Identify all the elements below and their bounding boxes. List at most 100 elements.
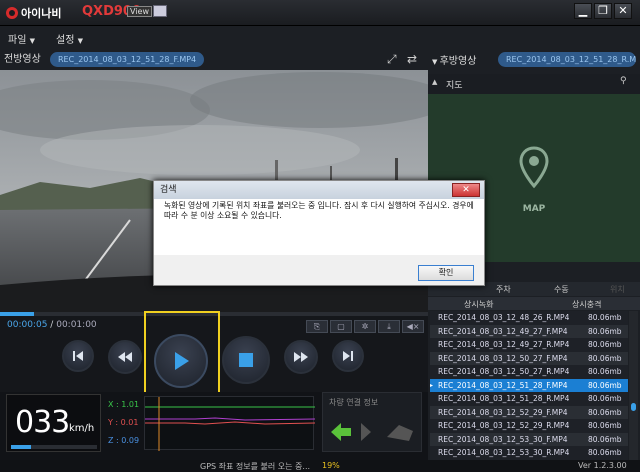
title-bar: 아이나비 QXD900 View ▁ ❐ ✕ xyxy=(0,0,640,26)
skip-back-icon xyxy=(73,351,83,361)
play-button-highlight xyxy=(144,311,220,399)
window-button[interactable]: ▢ xyxy=(330,320,352,333)
close-button[interactable]: ✕ xyxy=(614,3,632,19)
skip-forward-icon xyxy=(343,351,353,361)
file-size: 80.06mb xyxy=(588,394,622,403)
selected-marker-icon: ▸ xyxy=(430,381,434,389)
menu-settings[interactable]: 설정 ▼ xyxy=(56,31,83,46)
file-name: REC_2014_08_03_12_52_29_F.MP4 xyxy=(438,407,568,417)
stop-button[interactable] xyxy=(222,336,270,384)
status-bar: GPS 좌표 정보를 불러 오는 중... 19% Ver 1.2.3.00 xyxy=(0,460,640,472)
arrow-right-icon xyxy=(361,423,371,441)
next-file-button[interactable] xyxy=(332,340,364,372)
fast-forward-button[interactable] xyxy=(284,340,318,374)
gear-icon: ✲ xyxy=(361,322,369,331)
map-header: ▲ 지도 ⚲ xyxy=(428,74,640,94)
file-row[interactable]: REC_2014_08_03_12_50_27_F.MP4 80.06mb xyxy=(430,351,628,365)
file-name: REC_2014_08_03_12_52_29_R.MP4 xyxy=(438,421,570,430)
menu-settings-label: 설정 xyxy=(56,35,75,46)
col-impact[interactable]: 상시충격 xyxy=(572,299,601,310)
file-size: 80.06mb xyxy=(588,434,622,444)
fullscreen-icon[interactable]: ⤢ xyxy=(387,52,397,67)
gsensor-y: Y : 0.01 xyxy=(108,418,139,427)
download-button[interactable]: ⤓ xyxy=(378,320,400,333)
rear-camera-label: 후방영상 xyxy=(439,56,477,67)
file-list-scrollbar[interactable] xyxy=(629,311,638,460)
download-icon: ⤓ xyxy=(387,322,391,331)
file-size: 80.06mb xyxy=(588,340,622,349)
file-size: 80.06mb xyxy=(588,448,622,457)
file-name: REC_2014_08_03_12_49_27_R.MP4 xyxy=(438,340,570,349)
file-name: REC_2014_08_03_12_50_27_R.MP4 xyxy=(438,367,570,376)
playback-time: 00:00:05 / 00:01:00 xyxy=(7,320,97,330)
tab-manual[interactable]: 수동 xyxy=(554,284,569,295)
rear-camera-title[interactable]: ▼ 후방영상 xyxy=(432,52,476,72)
swap-icon[interactable]: ⇄ xyxy=(407,52,417,66)
window-icon: ▢ xyxy=(337,322,345,331)
speedometer: 033 km/h xyxy=(6,394,101,452)
scroll-thumb[interactable] xyxy=(631,403,636,411)
current-time: 00:00:05 xyxy=(7,320,48,330)
file-name: REC_2014_08_03_12_51_28_F.MP4 xyxy=(438,380,568,390)
tab-location[interactable]: 위치 xyxy=(610,284,625,295)
rear-file-name: REC_2014_08_03_12_51_28_R.MP4 xyxy=(498,52,636,67)
file-size: 80.06mb xyxy=(588,421,622,430)
file-list-header: 상시녹화 상시충격 xyxy=(428,297,640,310)
file-row[interactable]: REC_2014_08_03_12_48_26_R.MP4 80.06mb xyxy=(430,311,628,325)
file-name: REC_2014_08_03_12_50_27_F.MP4 xyxy=(438,353,568,363)
camera-icon xyxy=(153,5,167,17)
brand-name: 아이나비 xyxy=(21,7,62,20)
col-continuous[interactable]: 상시녹화 xyxy=(464,299,493,310)
time-separator: / xyxy=(50,320,54,330)
front-camera-label: 전방영상 xyxy=(4,54,41,65)
vehicle-icons xyxy=(331,423,413,441)
status-text: GPS 좌표 정보를 불러 오는 중... xyxy=(200,462,311,471)
brand-logo: 아이나비 xyxy=(6,5,61,21)
file-size: 80.06mb xyxy=(588,326,622,336)
file-row[interactable]: ▸ REC_2014_08_03_12_51_28_F.MP4 80.06mb xyxy=(430,378,628,392)
menu-file[interactable]: 파일 ▼ xyxy=(8,31,35,46)
prev-file-button[interactable] xyxy=(62,340,94,372)
speed-value: 033 xyxy=(15,405,70,440)
snapshot-button[interactable]: ⎘ xyxy=(306,320,328,333)
minimize-button[interactable]: ▁ xyxy=(574,3,592,19)
gsensor-z: Z : 0.09 xyxy=(108,436,140,445)
dialog-close-button[interactable]: ✕ xyxy=(452,183,480,197)
front-camera-title: 전방영상 xyxy=(4,50,41,70)
mute-button[interactable]: ◀× xyxy=(402,320,424,333)
maximize-button[interactable]: ❐ xyxy=(594,3,612,19)
settings-button[interactable]: ✲ xyxy=(354,320,376,333)
rewind-button[interactable] xyxy=(108,340,142,374)
gsensor-graph xyxy=(144,396,316,451)
stop-icon xyxy=(239,353,253,367)
vehicle-connection-panel: 차량 연결 정보 xyxy=(322,392,422,452)
file-size: 80.06mb xyxy=(588,407,622,417)
telemetry-panel: 033 km/h X : 1.01 Y : 0.01 Z : 0.09 차량 연… xyxy=(0,392,428,460)
chevron-down-icon: ▼ xyxy=(77,37,83,45)
file-row[interactable]: REC_2014_08_03_12_53_30_R.MP4 80.06mb xyxy=(430,446,628,460)
file-row[interactable]: REC_2014_08_03_12_50_27_R.MP4 80.06mb xyxy=(430,365,628,379)
tab-parking[interactable]: 주차 xyxy=(496,284,511,295)
menu-bar: 파일 ▼ 설정 ▼ xyxy=(0,26,640,48)
triangle-up-icon[interactable]: ▲ xyxy=(432,78,437,86)
file-row[interactable]: REC_2014_08_03_12_51_28_R.MP4 80.06mb xyxy=(430,392,628,406)
gsensor-x: X : 1.01 xyxy=(108,400,140,409)
file-row[interactable]: REC_2014_08_03_12_52_29_R.MP4 80.06mb xyxy=(430,419,628,433)
dialog-title-bar: 검색 xyxy=(154,181,484,199)
file-size: 80.06mb xyxy=(588,313,622,322)
file-list: REC_2014_08_03_12_48_26_R.MP4 80.06mb REC_… xyxy=(430,311,628,460)
file-name: REC_2014_08_03_12_48_26_R.MP4 xyxy=(438,313,570,322)
dialog-title: 검색 xyxy=(160,185,177,195)
dialog-ok-button[interactable]: 확인 xyxy=(418,265,474,281)
file-row[interactable]: REC_2014_08_03_12_49_27_F.MP4 80.06mb xyxy=(430,324,628,338)
speaker-mute-icon: ◀× xyxy=(406,322,420,331)
file-size: 80.06mb xyxy=(588,367,622,376)
file-row[interactable]: REC_2014_08_03_12_53_30_F.MP4 80.06mb xyxy=(430,432,628,446)
file-size: 80.06mb xyxy=(588,353,622,363)
vehicle-title: 차량 연결 정보 xyxy=(329,398,379,407)
map-pin-icon[interactable]: ⚲ xyxy=(620,76,627,86)
menu-file-label: 파일 xyxy=(8,35,27,46)
map-marker-icon xyxy=(519,146,549,189)
file-row[interactable]: REC_2014_08_03_12_49_27_R.MP4 80.06mb xyxy=(430,338,628,352)
file-row[interactable]: REC_2014_08_03_12_52_29_F.MP4 80.06mb xyxy=(430,405,628,419)
